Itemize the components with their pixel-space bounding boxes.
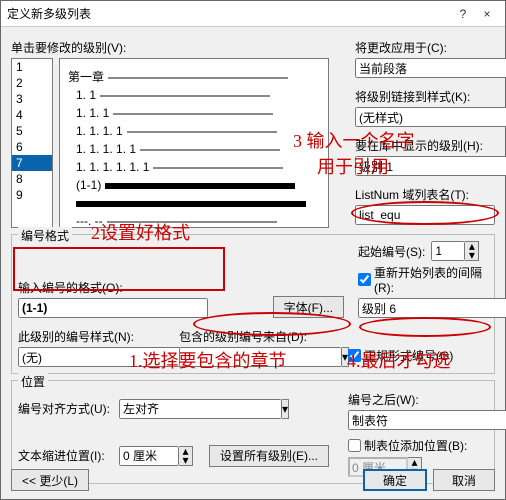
ok-button[interactable]: 确定 <box>363 469 427 491</box>
help-icon[interactable]: ? <box>451 7 475 21</box>
level-7[interactable]: 7 <box>12 155 52 171</box>
level-3[interactable]: 3 <box>12 91 52 107</box>
level-8[interactable]: 8 <box>12 171 52 187</box>
chevron-down-icon[interactable]: ▾ <box>282 399 289 419</box>
titlebar: 定义新多级列表 ? × <box>1 1 505 27</box>
level-style-label: 此级别的编号样式(N): <box>18 328 173 345</box>
legal-checkbox[interactable] <box>348 349 361 362</box>
indent-label: 文本缩进位置(I): <box>18 447 113 464</box>
preview-pane: 第一章 1. 1 1. 1. 1 1. 1. 1. 1 1. 1. 1. 1. … <box>59 58 329 228</box>
level-9[interactable]: 9 <box>12 187 52 203</box>
restart-select[interactable] <box>358 298 506 318</box>
gallery-label: 要在库中显示的级别(H): <box>355 137 495 154</box>
cancel-button[interactable]: 取消 <box>433 469 495 491</box>
spinner-icon[interactable]: ▴▾ <box>179 446 193 466</box>
format-group: 编号格式 输入编号的格式(O): 字体(F)... 起始编号(S): ▴▾ 重新… <box>11 234 495 374</box>
level-style-select[interactable] <box>18 347 181 367</box>
follow-select[interactable] <box>348 410 506 430</box>
start-at-input[interactable] <box>431 241 465 261</box>
link-style-select[interactable] <box>355 107 506 127</box>
start-at-label: 起始编号(S): <box>358 243 425 260</box>
close-icon[interactable]: × <box>475 7 499 21</box>
level-list[interactable]: 1 2 3 4 5 6 7 8 9 <box>11 58 53 228</box>
level-2[interactable]: 2 <box>12 75 52 91</box>
align-label: 编号对齐方式(U): <box>18 400 113 417</box>
tabstop-checkbox[interactable] <box>348 439 361 452</box>
enter-format-label: 输入编号的格式(O): <box>18 279 267 296</box>
level-6[interactable]: 6 <box>12 139 52 155</box>
set-all-button[interactable]: 设置所有级别(E)... <box>209 445 329 467</box>
font-button[interactable]: 字体(F)... <box>273 296 344 318</box>
align-select[interactable] <box>119 399 282 419</box>
gallery-select[interactable] <box>355 156 506 176</box>
format-input[interactable] <box>18 298 208 318</box>
follow-label: 编号之后(W): <box>348 391 488 408</box>
level-5[interactable]: 5 <box>12 123 52 139</box>
dialog: 定义新多级列表 ? × 单击要修改的级别(V): 1 2 3 4 5 6 7 8… <box>0 0 506 500</box>
listnum-label: ListNum 域列表名(T): <box>355 186 495 203</box>
less-button[interactable]: << 更少(L) <box>11 469 89 491</box>
include-from-label: 包含的级别编号来自(D): <box>179 328 334 345</box>
listnum-input[interactable] <box>355 205 495 225</box>
indent-input[interactable] <box>119 446 179 466</box>
include-from-select[interactable] <box>179 347 342 367</box>
spinner-icon[interactable]: ▴▾ <box>465 241 479 261</box>
apply-to-select[interactable] <box>355 58 506 78</box>
dialog-title: 定义新多级列表 <box>7 5 451 22</box>
level-4[interactable]: 4 <box>12 107 52 123</box>
link-style-label: 将级别链接到样式(K): <box>355 88 495 105</box>
click-level-label: 单击要修改的级别(V): <box>11 39 341 56</box>
apply-to-label: 将更改应用于(C): <box>355 39 495 56</box>
level-1[interactable]: 1 <box>12 59 52 75</box>
restart-checkbox[interactable] <box>358 273 371 286</box>
